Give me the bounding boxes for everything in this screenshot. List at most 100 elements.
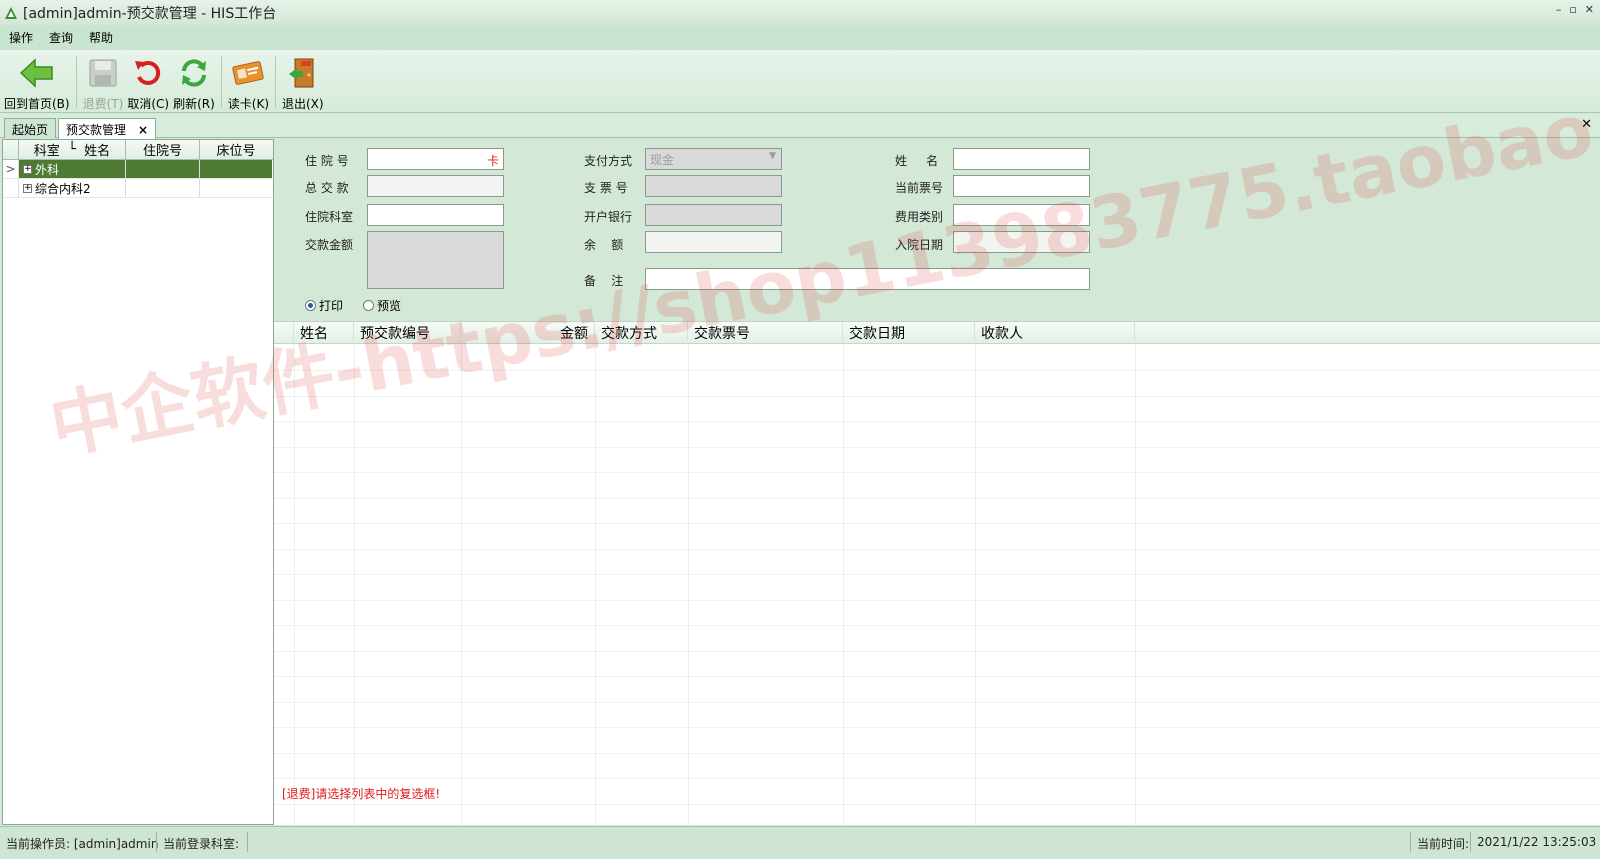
toolbar-separator	[75, 56, 77, 108]
grid-row-line	[274, 472, 1600, 473]
name-input[interactable]	[953, 148, 1090, 170]
grid-row-line	[274, 421, 1600, 422]
tab-prepayment[interactable]: 预交款管理 ×	[58, 118, 157, 139]
minimize-button[interactable]: –	[1556, 3, 1562, 16]
prepayment-form-panel: 住 院 号 卡 总 交 款 住院科室 交款金额 支付方式 现金 ▼ 支 票 号 …	[274, 139, 1600, 826]
refresh-button[interactable]: 刷新(R)	[173, 50, 215, 112]
tree-row[interactable]: > + 外科	[3, 160, 273, 179]
expand-icon[interactable]: +	[23, 164, 32, 174]
menu-bar: 操作 查询 帮助	[0, 25, 1600, 50]
pay-method-label: 支付方式	[584, 154, 633, 168]
grid-row-line	[274, 446, 1600, 448]
exit-button[interactable]: 退出(X)	[282, 50, 324, 112]
grid-row-line	[274, 676, 1600, 677]
ward-label: 住院科室	[305, 210, 354, 224]
menu-operate[interactable]: 操作	[9, 29, 33, 46]
grid-row-line	[274, 778, 1600, 779]
read-card-button[interactable]: 读卡(K)	[228, 50, 269, 112]
tree-row[interactable]: + 综合内科2	[3, 179, 273, 198]
pay-amount-label: 交款金额	[305, 238, 354, 252]
col-amount[interactable]: 金额	[461, 322, 595, 344]
card-marker: 卡	[486, 154, 499, 168]
radio-checked-icon	[305, 300, 316, 311]
bank-input[interactable]	[645, 204, 782, 226]
cancel-button[interactable]: 取消(C)	[127, 50, 169, 112]
grid-row-line	[274, 497, 1600, 499]
pay-method-select[interactable]: 现金 ▼	[645, 148, 782, 170]
col-name[interactable]: 姓名	[294, 322, 354, 344]
ward-input[interactable]	[367, 204, 504, 226]
tree-header: 科室 └ 姓名 住院号 床位号	[3, 140, 273, 160]
exit-door-icon	[288, 58, 314, 88]
bank-label: 开户银行	[584, 210, 633, 224]
expand-icon[interactable]: +	[23, 183, 32, 193]
grid-row-line	[274, 625, 1600, 626]
toolbar: 回到首页(B) 退费(T) 取消(C) 刷新(R) 读卡(K) 退出(X)	[0, 50, 1600, 113]
toolbar-separator	[220, 56, 222, 108]
col-prepay-no[interactable]: 预交款编号	[354, 322, 461, 344]
prepayment-grid: 姓名 预交款编号 金额 交款方式 交款票号 交款日期 收款人 [退费]请选择列表…	[274, 321, 1600, 826]
total-paid-label: 总 交 款	[305, 181, 349, 195]
cheque-no-input[interactable]	[645, 175, 782, 197]
grid-row-line	[274, 548, 1600, 550]
toolbar-separator	[275, 56, 276, 108]
id-card-icon	[232, 61, 265, 85]
preview-radio[interactable]: 预览	[363, 297, 401, 314]
fee-type-label: 费用类别	[895, 210, 944, 224]
grid-row-line	[274, 650, 1600, 652]
operator-status: 当前操作员: [admin]admin	[6, 837, 159, 851]
refresh-icon	[181, 59, 206, 87]
col-pay-date[interactable]: 交款日期	[843, 322, 975, 344]
tab-start-page[interactable]: 起始页	[4, 118, 57, 138]
radio-unchecked-icon	[363, 300, 374, 311]
save-disk-icon	[89, 59, 117, 87]
receipt-no-input[interactable]	[953, 175, 1090, 197]
window-title: [admin]admin-预交款管理 - HIS工作台	[23, 5, 277, 22]
name-label: 姓 名	[895, 154, 939, 168]
time-value: 2021/1/22 13:25:03	[1477, 835, 1597, 849]
tab-close-icon[interactable]: ×	[138, 123, 148, 137]
admit-date-field	[953, 231, 1090, 253]
refund-warning: [退费]请选择列表中的复选框!	[282, 787, 441, 801]
dept-label: 综合内科2	[35, 181, 91, 196]
grid-row-line	[274, 523, 1600, 524]
login-dept-status: 当前登录科室:	[163, 837, 240, 851]
col-bed-no[interactable]: 床位号	[200, 140, 272, 159]
window-controls: – ▫ ✕	[1556, 3, 1594, 16]
print-radio[interactable]: 打印	[305, 297, 343, 314]
menu-query[interactable]: 查询	[49, 29, 73, 46]
title-bar: [admin]admin-预交款管理 - HIS工作台 – ▫ ✕	[0, 0, 1600, 25]
total-paid-field	[367, 175, 504, 197]
pay-amount-field[interactable]	[367, 231, 504, 289]
grid-row-line	[274, 370, 1600, 371]
col-admission-no[interactable]: 住院号	[126, 140, 200, 159]
grid-row-line	[274, 752, 1600, 754]
remark-label: 备 注	[584, 274, 624, 288]
grid-row-line	[274, 803, 1600, 805]
time-label: 当前时间:	[1417, 837, 1470, 851]
grid-row-line	[274, 395, 1600, 397]
menu-help[interactable]: 帮助	[89, 29, 113, 46]
close-window-button[interactable]: ✕	[1585, 3, 1594, 16]
app-logo-icon	[5, 6, 17, 19]
back-arrow-icon	[19, 58, 53, 88]
admission-no-input[interactable]: 卡	[367, 148, 504, 170]
col-receipt-no[interactable]: 交款票号	[688, 322, 843, 344]
remark-input[interactable]	[645, 268, 1090, 290]
refund-button[interactable]: 退费(T)	[83, 50, 123, 112]
undo-icon	[135, 60, 161, 85]
restore-button[interactable]: ▫	[1569, 3, 1576, 16]
status-bar: 当前操作员: [admin]admin 当前登录科室: 当前时间: 2021/1…	[0, 826, 1600, 859]
col-payee[interactable]: 收款人	[975, 322, 1135, 344]
home-button[interactable]: 回到首页(B)	[4, 50, 70, 112]
fee-type-input[interactable]	[953, 204, 1090, 226]
chevron-down-icon: ▼	[769, 151, 776, 161]
col-dept-name[interactable]: 科室 └ 姓名	[19, 140, 126, 159]
balance-field	[645, 231, 782, 253]
dept-label: 外科	[35, 162, 60, 177]
col-pay-method[interactable]: 交款方式	[595, 322, 688, 344]
grid-row-line	[274, 701, 1600, 703]
close-all-tabs-icon[interactable]: ✕	[1581, 117, 1592, 132]
admission-no-label: 住 院 号	[305, 154, 349, 168]
grid-row-line	[274, 574, 1600, 575]
